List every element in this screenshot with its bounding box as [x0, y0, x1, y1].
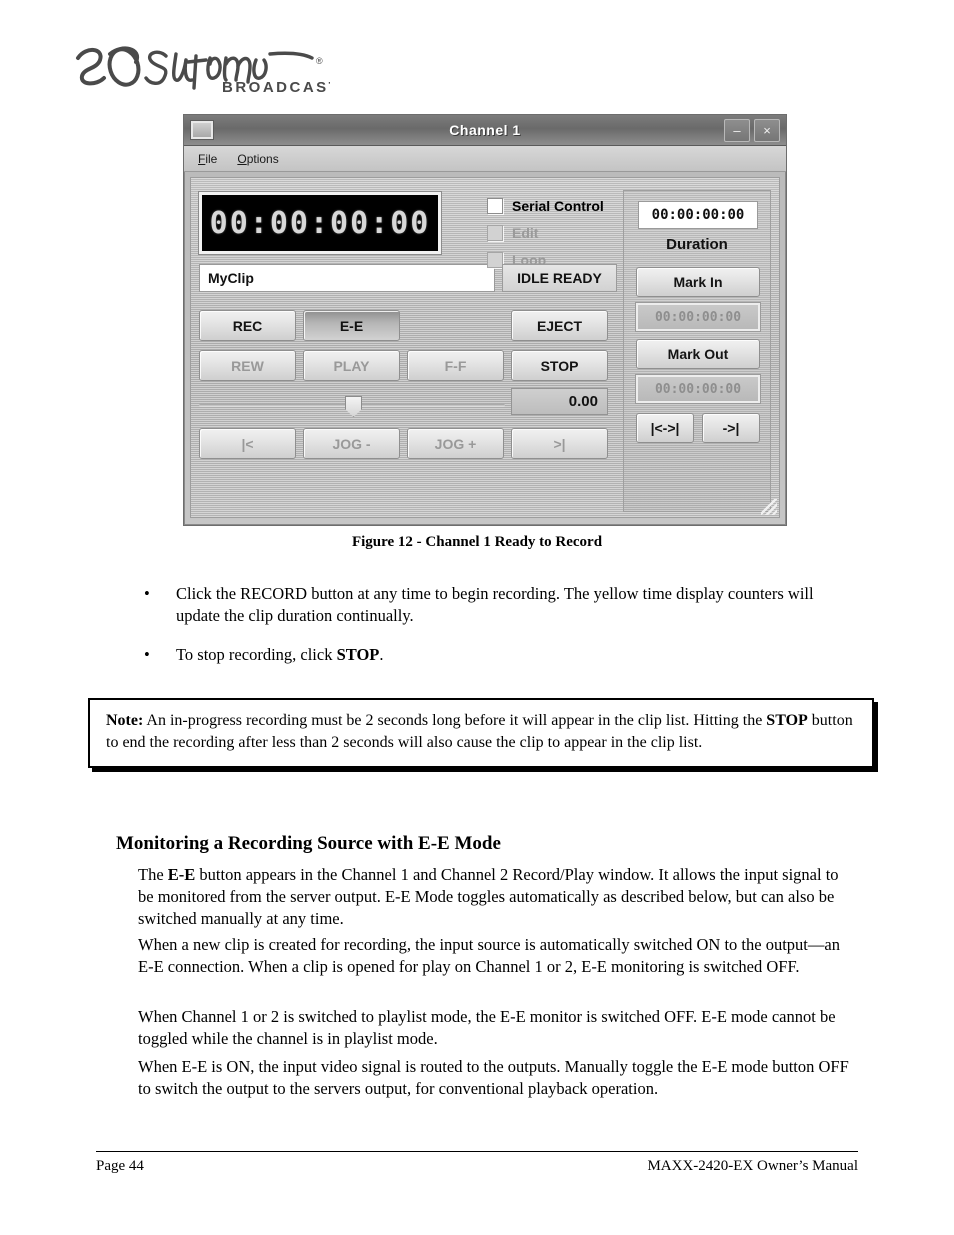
registered-mark: ®: [316, 56, 323, 66]
status-display: IDLE READY: [502, 264, 617, 292]
paragraph-1-pre: The: [138, 865, 168, 884]
play-button[interactable]: PLAY: [303, 350, 400, 381]
paragraph-3: When Channel 1 or 2 is switched to playl…: [138, 1007, 836, 1048]
footer-page-number: Page 44: [96, 1158, 144, 1174]
duration-mark-panel: 00:00:00:00 Duration Mark In 00:00:00:00…: [623, 190, 771, 512]
mark-out-timecode-value: 00:00:00:00: [654, 381, 742, 397]
duration-display: 00:00:00:00: [638, 201, 758, 229]
bullet-text-bold: STOP: [336, 644, 380, 664]
bullet-marker: •: [144, 584, 150, 603]
mark-out-timecode: 00:00:00:00: [636, 375, 760, 403]
paragraph-1-bold: E-E: [167, 865, 196, 884]
checkbox-serial-control-label: Serial Control: [512, 197, 604, 214]
footer-manual-title: MAXX-2420-EX Owner’s Manual: [647, 1158, 858, 1174]
clip-name-value: MyClip: [208, 270, 254, 286]
paragraph-4: When E-E is ON, the input video signal i…: [138, 1057, 849, 1098]
status-value: IDLE READY: [517, 270, 602, 286]
bullet-text-post: .: [379, 644, 384, 664]
logo-subtext: BROADCAST: [222, 79, 330, 96]
stop-button[interactable]: STOP: [511, 350, 608, 381]
checkbox-box-icon: [487, 197, 503, 214]
checkbox-edit-label: Edit: [512, 224, 539, 241]
bullet-marker: •: [144, 644, 150, 664]
duration-label: Duration: [666, 236, 728, 253]
speed-value: 0.00: [568, 393, 598, 410]
resize-grip-icon[interactable]: [761, 499, 777, 515]
mark-in-button[interactable]: Mark In: [636, 267, 760, 297]
note-label: Note:: [106, 712, 144, 729]
goto-in-out-button[interactable]: |<->|: [636, 413, 694, 443]
list-item: • To stop recording, click STOP.: [138, 644, 848, 666]
list-item: • Click the RECORD button at any time to…: [138, 583, 848, 628]
bullet-list: • Click the RECORD button at any time to…: [138, 583, 848, 682]
rew-button[interactable]: REW: [199, 350, 296, 381]
slider-thumb[interactable]: [345, 396, 362, 417]
window-content: 00:00:00:00 MyClip Serial Control Edit L…: [190, 177, 780, 518]
bullet-text: To stop recording, click STOP.: [176, 644, 848, 666]
channel-1-window: Channel 1 – × File Options 00:00:00:00 M…: [183, 114, 787, 526]
mark-out-button[interactable]: Mark Out: [636, 339, 760, 369]
ee-button[interactable]: E-E: [303, 310, 400, 341]
paragraph-1-post: button appears in the Channel 1 and Chan…: [138, 865, 839, 928]
company-logo: BROADCAST ®: [70, 38, 330, 96]
menu-bar: File Options: [184, 146, 786, 172]
cue-start-button[interactable]: |<: [199, 428, 296, 459]
jog-minus-button[interactable]: JOG -: [303, 428, 400, 459]
mark-in-timecode: 00:00:00:00: [636, 303, 760, 331]
figure-caption: Figure 12 - Channel 1 Ready to Record: [351, 534, 603, 550]
jog-plus-button[interactable]: JOG +: [407, 428, 504, 459]
menu-file[interactable]: File: [198, 152, 217, 166]
footer-divider: [96, 1151, 858, 1152]
menu-options[interactable]: Options: [237, 152, 278, 166]
ff-button[interactable]: F-F: [407, 350, 504, 381]
note-callout: Note: An in-progress recording must be 2…: [88, 698, 874, 769]
section-heading: Monitoring a Recording Source with E-E M…: [116, 833, 501, 854]
page-footer: Page 44 MAXX-2420-EX Owner’s Manual: [96, 1158, 858, 1175]
clip-name-field[interactable]: MyClip: [199, 264, 495, 292]
rec-button[interactable]: REC: [199, 310, 296, 341]
speed-display: 0.00: [511, 388, 608, 415]
note-part1: An in-progress recording must be 2 secon…: [143, 712, 767, 729]
paragraph-2: When a new clip is created for recording…: [138, 935, 840, 976]
duration-value: 00:00:00:00: [651, 207, 745, 223]
goto-out-button[interactable]: ->|: [702, 413, 760, 443]
checkbox-box-icon: [487, 251, 503, 268]
bullet-text-pre: To stop recording, click: [176, 644, 337, 664]
manual-page: BROADCAST ® Channel 1 – × File Options 0…: [0, 0, 954, 1235]
window-titlebar: Channel 1 – ×: [184, 115, 786, 146]
paragraph-1: The E-E button appears in the Channel 1 …: [138, 864, 850, 930]
menu-options-label: ptions: [246, 151, 279, 166]
eject-button[interactable]: EJECT: [511, 310, 608, 341]
cue-end-button[interactable]: >|: [511, 428, 608, 459]
bullet-text: Click the RECORD button at any time to b…: [176, 584, 814, 626]
led-timecode-display: 00:00:00:00: [199, 192, 441, 254]
note-bold-stop: STOP: [766, 712, 808, 729]
menu-file-label: ile: [205, 151, 218, 166]
jog-slider[interactable]: [199, 392, 505, 418]
mark-in-timecode-value: 00:00:00:00: [654, 309, 742, 325]
window-title: Channel 1: [449, 122, 521, 138]
led-timecode-value: 00:00:00:00: [209, 205, 431, 241]
menu-options-mnemonic: O: [237, 151, 247, 166]
checkbox-box-icon: [487, 224, 503, 241]
